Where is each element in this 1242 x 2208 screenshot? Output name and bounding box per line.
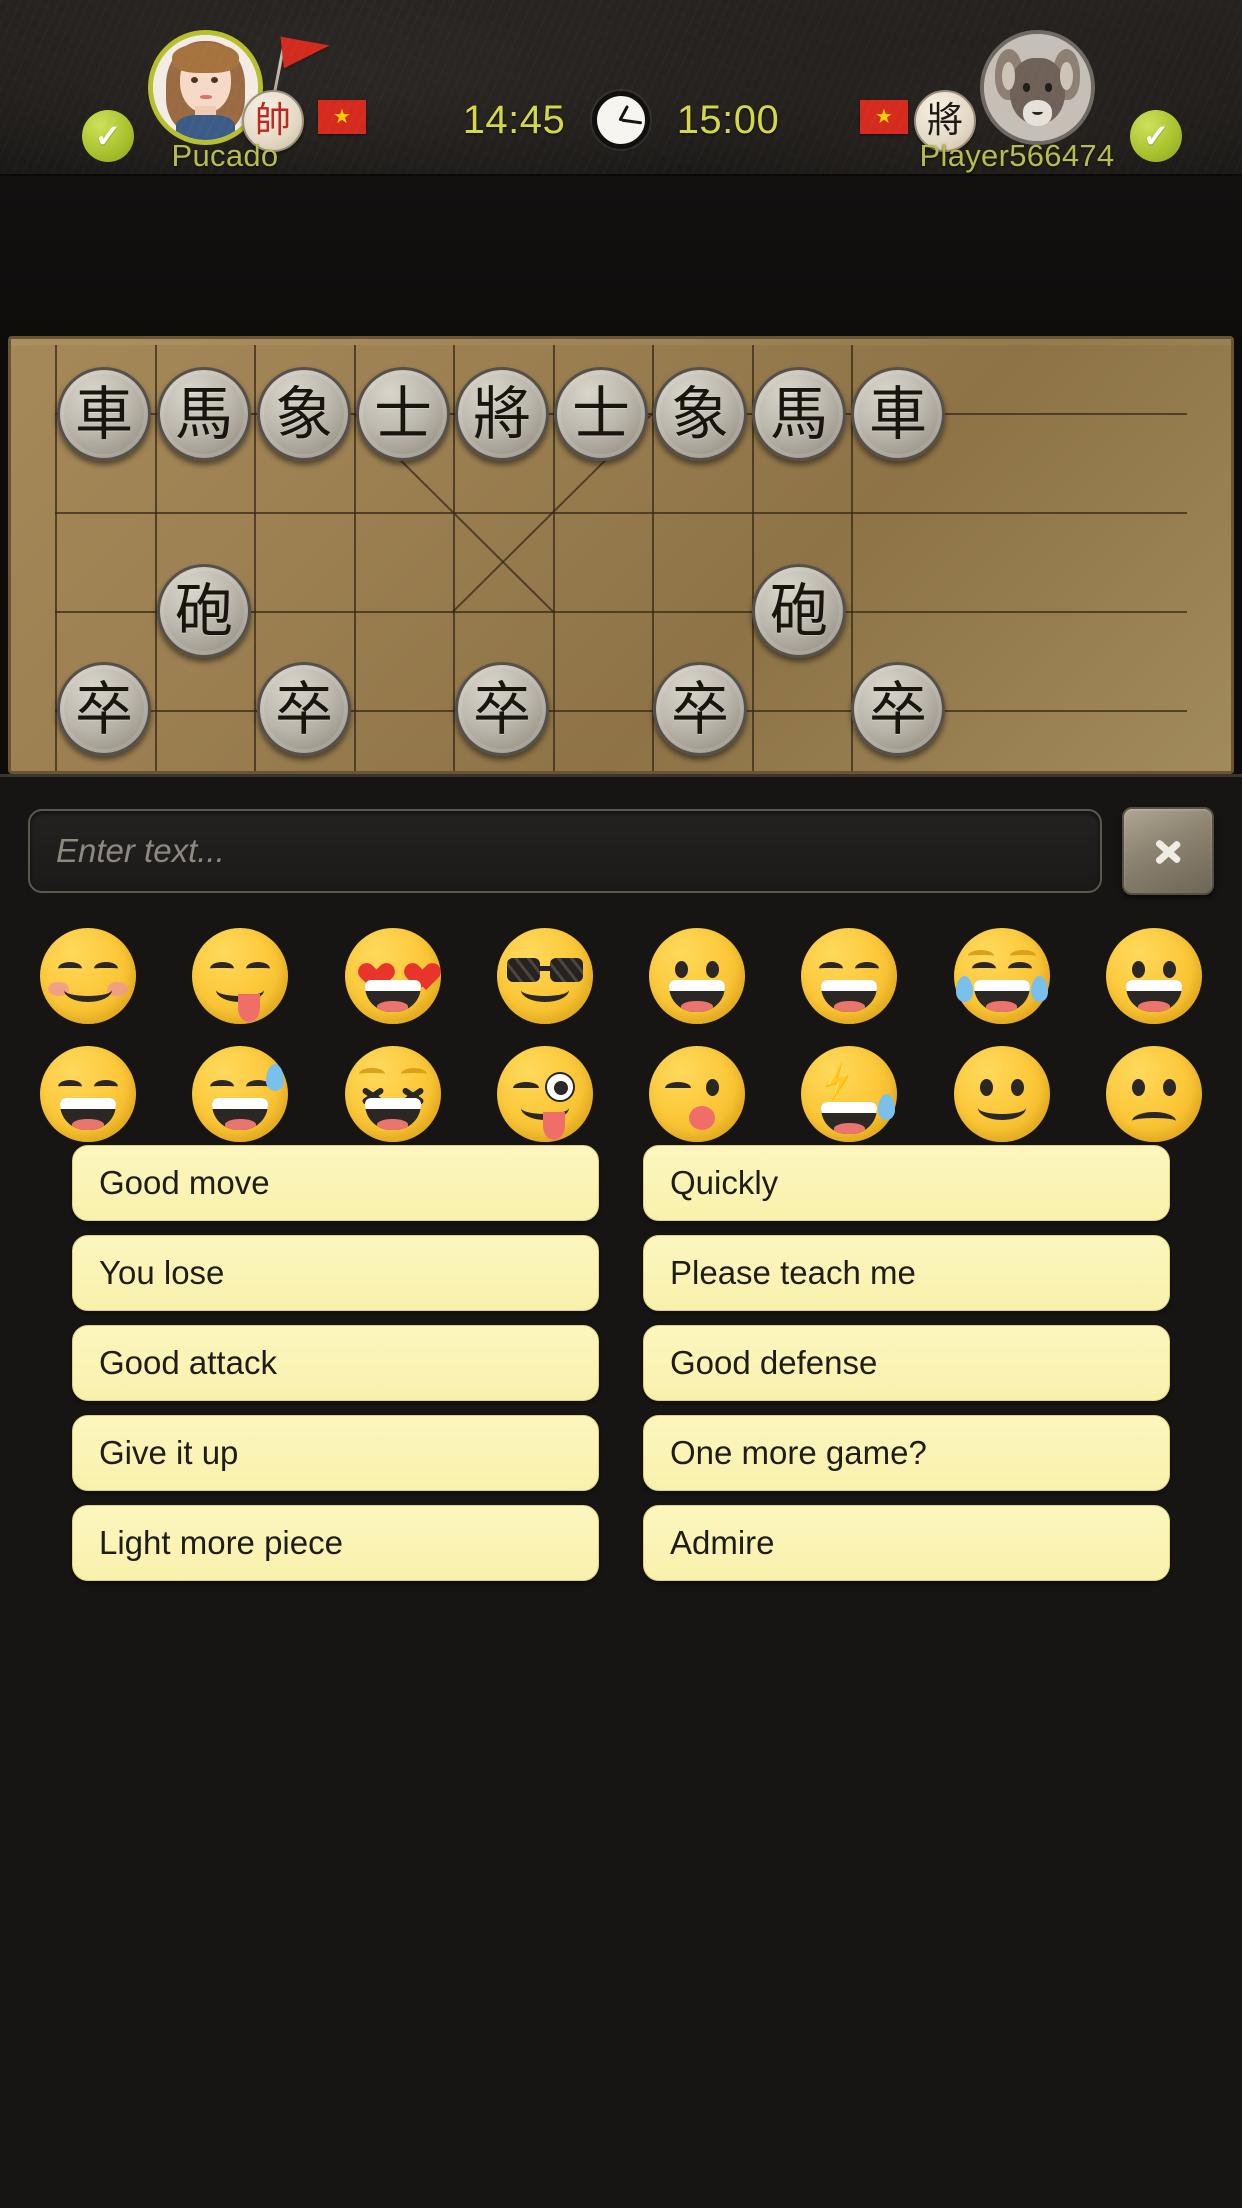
player-panel-left[interactable]: ✓ 帥 ★ Pucado [60,0,390,174]
board-piece[interactable]: 砲 [752,564,846,658]
board-line-horizontal [55,512,1187,514]
board-piece[interactable]: 卒 [653,662,747,756]
chat-panel: Enter text... ⚡ Good move Quickly You lose… [0,774,1242,2208]
send-button[interactable] [1122,807,1214,895]
board-piece[interactable]: 車 [57,367,151,461]
timer-right: 15:00 [676,97,780,142]
turn-flag-icon [280,31,332,69]
board-piece[interactable]: 砲 [157,564,251,658]
slightly-smiling-face-emoji[interactable] [926,1035,1078,1153]
quick-message-label: Give it up [99,1434,239,1471]
face-with-tears-of-joy-emoji[interactable] [926,917,1078,1035]
timer-left: 14:45 [462,97,566,142]
board-piece[interactable]: 卒 [851,662,945,756]
quick-message-label: You lose [99,1254,225,1291]
grinning-face-with-sweat-emoji[interactable] [164,1035,316,1153]
quick-message-button[interactable]: Please teach me [643,1235,1170,1311]
board-line-vertical [254,345,256,771]
board-piece[interactable]: 馬 [752,367,846,461]
board-piece[interactable]: 車 [851,367,945,461]
xiangqi-board[interactable]: 車馬象士將士象馬車砲砲卒卒卒卒卒 [8,336,1234,774]
player-name-left: Pucado [171,138,279,173]
emoji-glyph [953,928,1050,1024]
player-name-right: Player566474 [919,138,1115,173]
flag-star-icon: ★ [333,106,351,128]
board-piece[interactable]: 卒 [57,662,151,756]
quick-message-label: Light more piece [99,1524,343,1561]
emoji-glyph [192,1046,289,1142]
game-header: ✓ 帥 ★ Pucado 14:45 15:00 ★ 將 ✓ Player566… [0,0,1242,176]
emoji-glyph: ⚡ [801,1046,898,1142]
smiling-face-with-tongue-emoji[interactable] [164,917,316,1035]
board-line-horizontal [55,710,1187,712]
emoji-glyph [496,1046,593,1142]
timer-area: 14:45 15:00 [454,91,788,149]
flag-star-icon: ★ [875,106,893,128]
emoji-glyph [649,928,746,1024]
quick-message-button[interactable]: Light more piece [72,1505,599,1581]
board-piece[interactable]: 卒 [455,662,549,756]
emoji-glyph [40,1046,137,1142]
chat-input-placeholder: Enter text... [56,832,225,869]
chat-input-row: Enter text... [0,799,1242,903]
face-blowing-a-kiss-emoji[interactable] [621,1035,773,1153]
emoji-glyph [801,928,898,1024]
quick-message-button[interactable]: Quickly [643,1145,1170,1221]
board-piece[interactable]: 馬 [157,367,251,461]
quick-message-label: Admire [670,1524,775,1561]
quick-message-button[interactable]: Good attack [72,1325,599,1401]
send-chevron-icon [1155,828,1181,874]
emoji-picker[interactable]: ⚡ [0,917,1242,1153]
emoji-glyph [344,1046,441,1142]
quick-message-button[interactable]: Admire [643,1505,1170,1581]
emoji-glyph [496,928,593,1024]
board-piece[interactable]: 象 [257,367,351,461]
player-panel-right[interactable]: ★ 將 ✓ Player566474 [852,0,1182,174]
quick-message-label: Good defense [670,1344,878,1381]
chat-text-input[interactable]: Enter text... [28,809,1102,893]
board-piece[interactable]: 士 [356,367,450,461]
quick-message-list[interactable]: Good move Quickly You lose Please teach me G… [0,1145,1242,1581]
board-piece[interactable]: 卒 [257,662,351,756]
quick-message-button[interactable]: You lose [72,1235,599,1311]
emoji-glyph [1105,1046,1202,1142]
quick-message-button[interactable]: Good defense [643,1325,1170,1401]
avatar-right[interactable] [980,30,1095,145]
weary-distressed-face-emoji[interactable] [317,1035,469,1153]
rolling-on-the-floor-laughing-emoji[interactable]: ⚡ [773,1035,925,1153]
smiling-face-with-blush-emoji[interactable] [12,917,164,1035]
beaming-face-smiling-eyes-emoji[interactable] [12,1035,164,1153]
quick-message-label: Good attack [99,1344,277,1381]
quick-message-label: Quickly [670,1164,779,1201]
confused-frowning-face-emoji[interactable] [1078,1035,1230,1153]
quick-message-button[interactable]: Give it up [72,1415,599,1491]
game-screen: ✓ 帥 ★ Pucado 14:45 15:00 ★ 將 ✓ Player566… [0,0,1242,2208]
grinning-face-big-eyes-emoji[interactable] [1078,917,1230,1035]
quick-message-label: One more game? [670,1434,927,1471]
emoji-glyph [40,928,137,1024]
quick-message-button[interactable]: Good move [72,1145,599,1221]
clock-icon [592,91,650,149]
country-flag-right: ★ [860,100,908,134]
grinning-face-emoji[interactable] [621,917,773,1035]
beaming-face-emoji[interactable] [773,917,925,1035]
board-piece[interactable]: 象 [653,367,747,461]
quick-message-label: Please teach me [670,1254,916,1291]
quick-message-label: Good move [99,1164,270,1201]
smiling-face-with-heart-eyes-emoji[interactable] [317,917,469,1035]
emoji-glyph [953,1046,1050,1142]
quick-message-button[interactable]: One more game? [643,1415,1170,1491]
country-flag-left: ★ [318,100,366,134]
board-piece[interactable]: 士 [554,367,648,461]
winking-face-with-tongue-emoji[interactable] [469,1035,621,1153]
smiling-face-with-sunglasses-emoji[interactable] [469,917,621,1035]
header-board-spacer [0,176,1242,336]
emoji-glyph [192,928,289,1024]
board-piece[interactable]: 將 [455,367,549,461]
emoji-glyph [1105,928,1202,1024]
emoji-glyph [649,1046,746,1142]
emoji-glyph [344,928,441,1024]
